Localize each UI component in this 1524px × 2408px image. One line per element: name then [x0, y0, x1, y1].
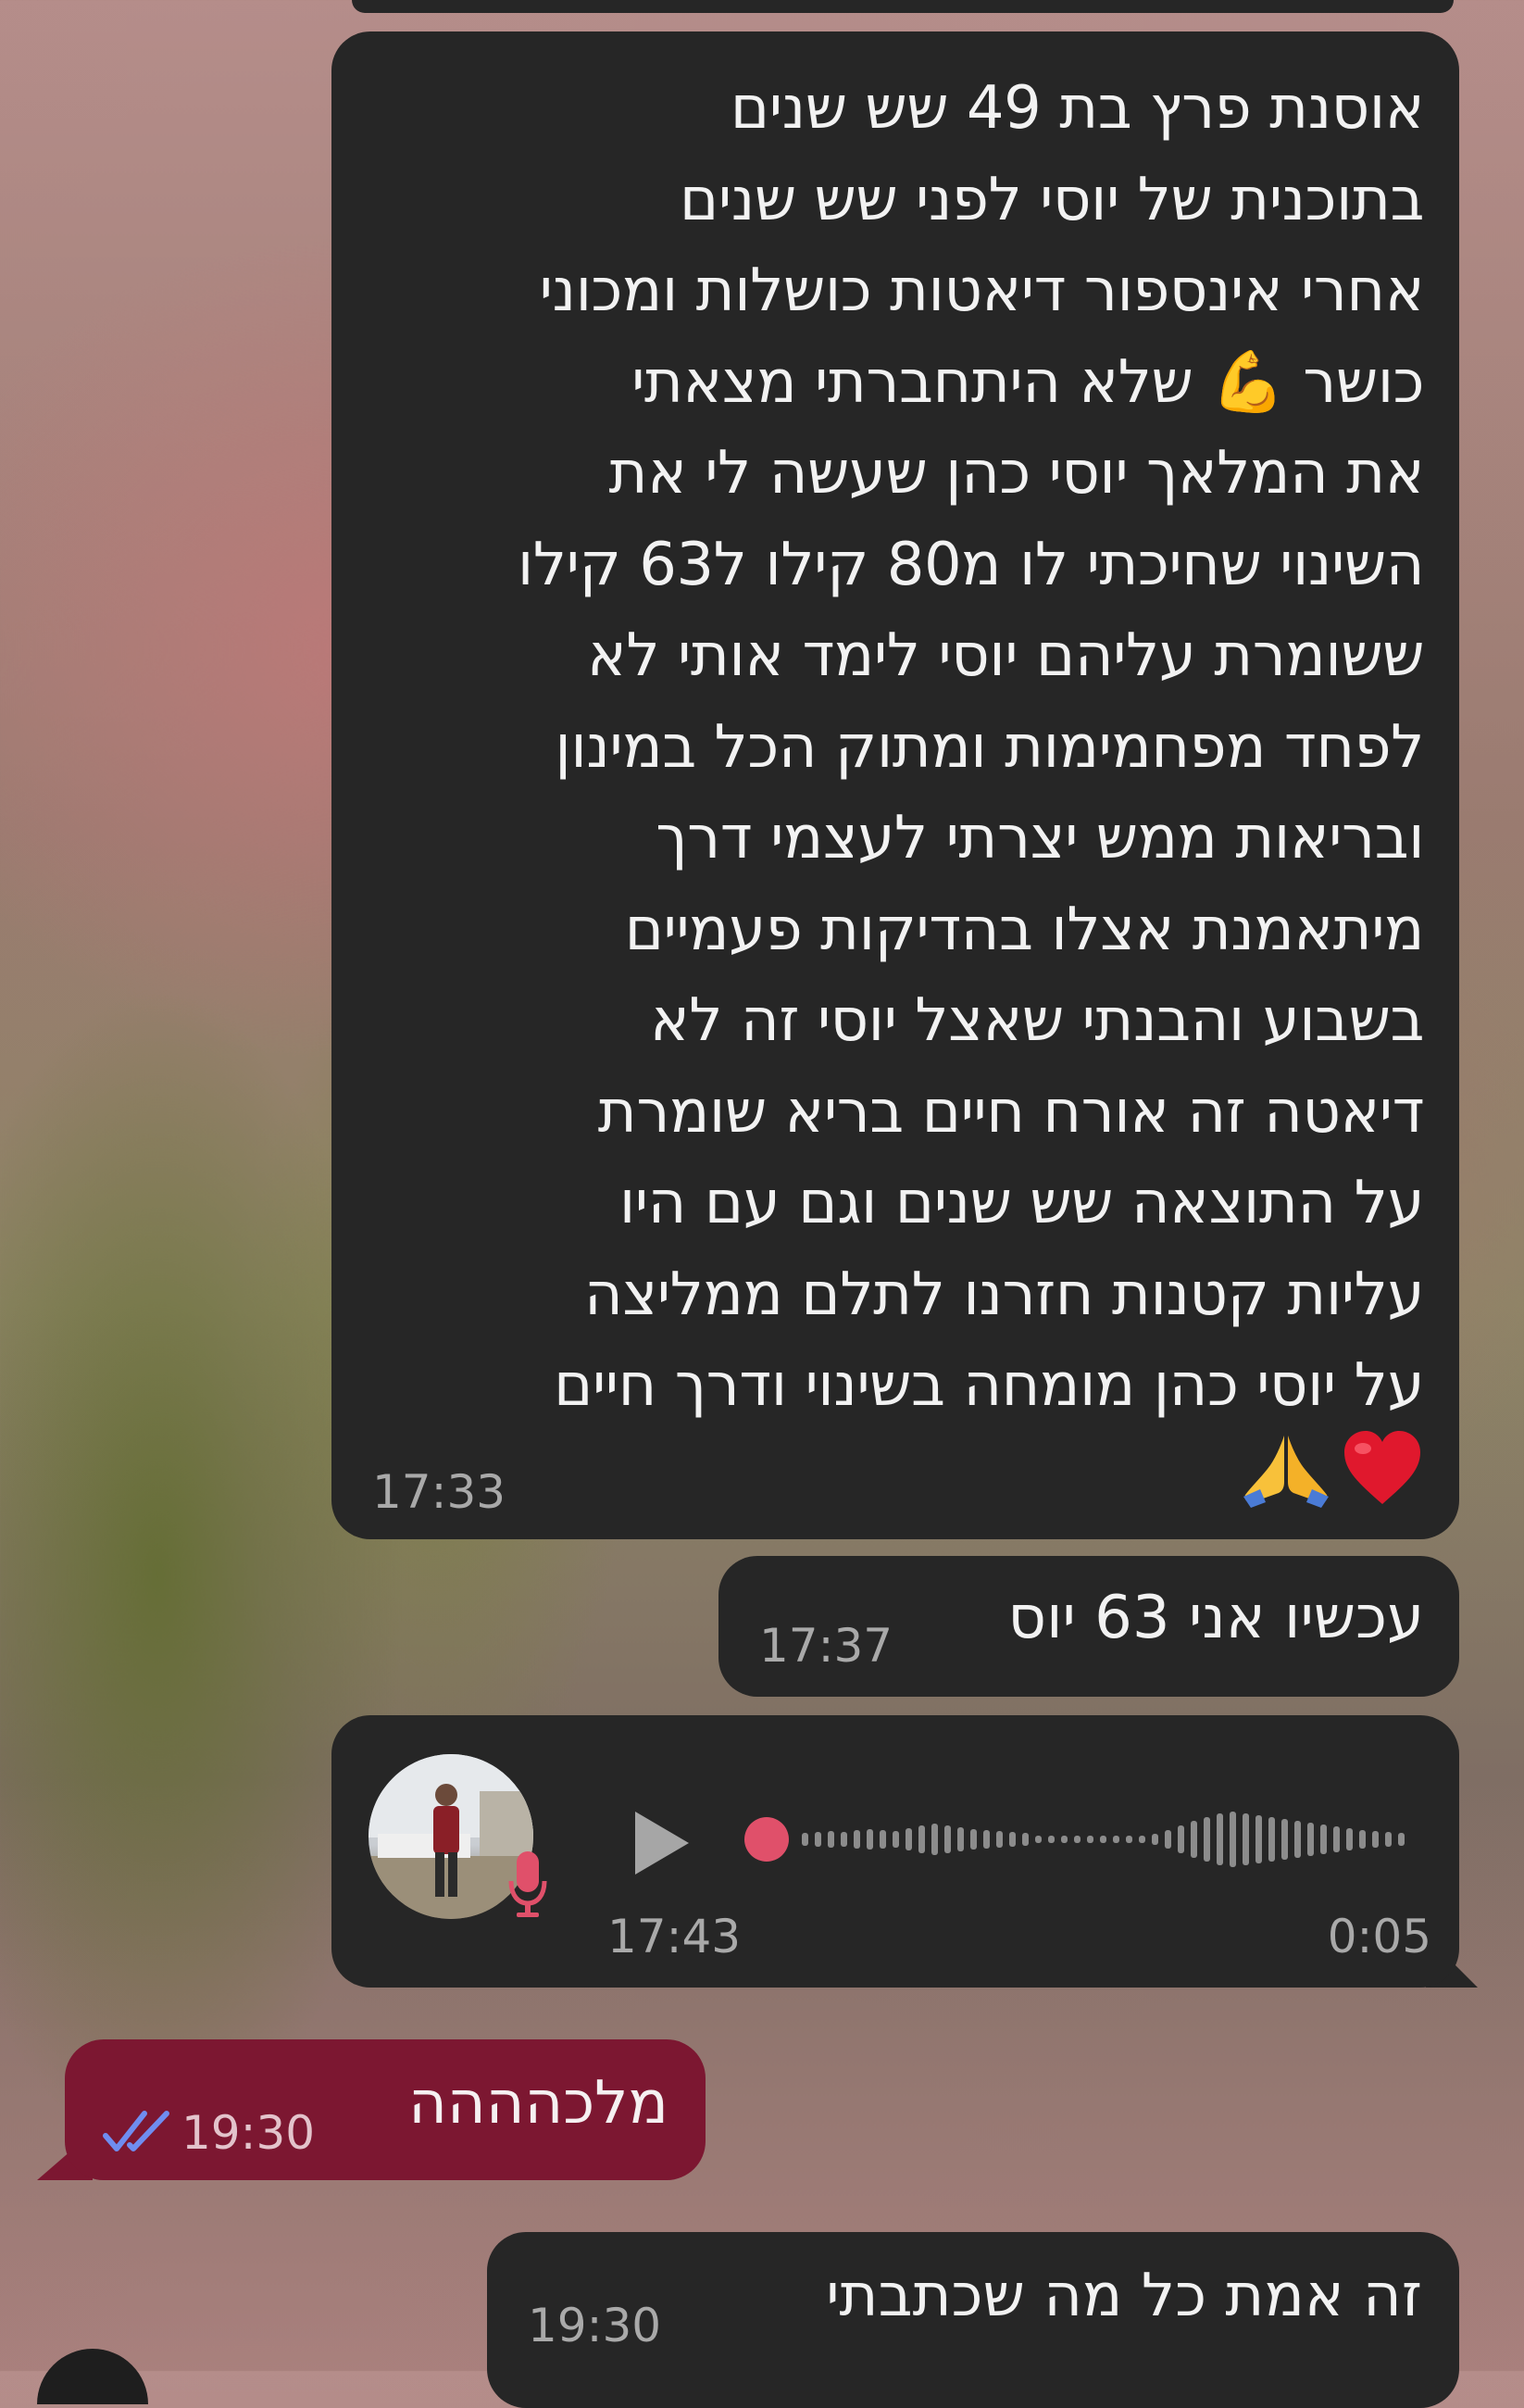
waveform-bar: [1191, 1821, 1197, 1858]
waveform-bar: [1165, 1830, 1171, 1849]
waveform-bar: [1372, 1831, 1379, 1848]
waveform-bar: [841, 1832, 847, 1847]
waveform-bar: [867, 1829, 873, 1850]
message-line: עליות קטנות חזרנו לתלם ממליצה: [584, 1260, 1425, 1329]
waveform-bar: [1061, 1836, 1068, 1843]
waveform-bar: [1359, 1830, 1366, 1849]
waveform-bar: [1087, 1836, 1093, 1843]
waveform-bar: [1346, 1828, 1353, 1850]
waveform-bar: [1255, 1815, 1262, 1863]
red-heart-emoji-icon: [1344, 1430, 1420, 1504]
waveform-bar: [854, 1830, 860, 1849]
waveform-bar: [918, 1825, 925, 1853]
waveform-bar: [1035, 1836, 1042, 1843]
message-time: 17:33: [372, 1465, 506, 1519]
waveform-bar: [906, 1828, 912, 1850]
message-line: דיאטה זה אורח חיים בריא שומרת: [597, 1077, 1425, 1147]
waveform-bar: [944, 1825, 951, 1853]
waveform-bar: [802, 1833, 808, 1846]
waveform-bar: [1243, 1813, 1249, 1865]
waveform-bar: [1204, 1817, 1210, 1862]
waveform-bar: [1281, 1819, 1288, 1860]
waveform-bar: [893, 1831, 899, 1848]
previous-message-bubble-edge: [352, 0, 1454, 13]
message-line: על התוצאה שש שנים וגם עם היו: [618, 1169, 1425, 1237]
incoming-message-testimonial[interactable]: אוסנת פרץ בת 49 שש שנים בתוכנית של יוסי …: [331, 31, 1459, 1539]
message-line: לפחד מפחמימות ומתוק הכל במינון: [555, 712, 1424, 782]
folded-hands-emoji-icon: [1243, 1435, 1329, 1508]
message-line: על יוסי כהן מומחה בשינוי ודרך חיים: [554, 1351, 1425, 1420]
waveform-bar: [1178, 1825, 1184, 1853]
message-line: השינוי שחיכתי לו מ80 קילו ל63 קילו: [517, 530, 1425, 599]
message-line: בשבוע והבנתי שאצל יוסי זה לא: [650, 986, 1425, 1055]
message-time: 17:37: [759, 1619, 893, 1673]
waveform-bar: [828, 1831, 834, 1848]
waveform-bar: [1048, 1836, 1055, 1843]
message-line: מיתאמנת אצלו בהדיקות פעמיים: [624, 895, 1425, 964]
waveform-bar: [1294, 1821, 1301, 1858]
message-text: עכשיו אני 63 יוס: [1007, 1584, 1424, 1652]
waveform-bar: [815, 1832, 821, 1847]
outgoing-message[interactable]: מלכהההה 19:30: [65, 2039, 706, 2180]
message-line: את המלאך יוסי כהן שעשה לי את: [608, 439, 1425, 508]
voice-duration: 0:05: [1327, 1910, 1431, 1963]
waveform-bar: [1074, 1836, 1081, 1843]
waveform-bar: [1230, 1812, 1236, 1867]
waveform-bar: [957, 1827, 964, 1851]
message-time: 19:30: [528, 2299, 662, 2352]
message-line: ששומרת עליהם יוסי לימד אותי לא: [587, 621, 1424, 690]
waveform-bar: [996, 1831, 1003, 1848]
waveform-bar: [1113, 1836, 1119, 1843]
voice-waveform[interactable]: [743, 1795, 1524, 1884]
waveform-bar: [1100, 1836, 1106, 1843]
message-text: זה אמת כל מה שכתבתי: [826, 2262, 1422, 2330]
waveform-bar: [931, 1824, 938, 1855]
message-text: מלכהההה: [408, 2069, 668, 2138]
message-text: אוסנת פרץ בת 49 שש שנים בתוכנית של יוסי …: [378, 63, 1425, 1432]
message-line: אוסנת פרץ בת 49 שש שנים: [730, 74, 1425, 143]
double-check-icon: [103, 2111, 169, 2151]
message-line: כושר 💪 שלא היתחברתי מצאתי: [631, 347, 1424, 417]
message-time: 17:43: [607, 1910, 742, 1963]
waveform-bar: [1320, 1825, 1327, 1854]
waveform-bar: [970, 1829, 977, 1850]
message-line: ובריאות ממש יצרתי לעצמי דרך: [656, 804, 1424, 872]
waveform-bar: [1268, 1817, 1275, 1862]
waveform-bar: [1009, 1832, 1016, 1847]
waveform-bar: [983, 1830, 990, 1849]
waveform-bar: [1152, 1834, 1158, 1845]
emoji-row: [378, 1428, 1424, 1519]
microphone-icon: [508, 1851, 547, 1917]
waveform-bar: [1385, 1832, 1392, 1847]
waveform-bar: [1307, 1823, 1314, 1856]
message-time: 19:30: [181, 2106, 316, 2160]
incoming-message-truth[interactable]: זה אמת כל מה שכתבתי 19:30: [487, 2232, 1459, 2408]
waveform-bar: [1126, 1836, 1132, 1843]
waveform-bar: [1139, 1836, 1145, 1843]
waveform-bar: [1333, 1826, 1340, 1852]
play-icon[interactable]: [630, 1808, 694, 1878]
incoming-voice-message[interactable]: 17:43 0:05: [331, 1715, 1459, 1988]
playback-position-dot[interactable]: [744, 1817, 789, 1862]
message-line: אחרי אינספור דיאטות כושלות ומכוני: [539, 257, 1425, 325]
incoming-message-weight[interactable]: עכשיו אני 63 יוס 17:37: [718, 1556, 1459, 1697]
scroll-down-button[interactable]: [37, 2349, 148, 2404]
waveform-bar: [880, 1830, 886, 1849]
waveform-bar: [1022, 1833, 1029, 1846]
message-line: בתוכנית של יוסי לפני שש שנים: [679, 165, 1425, 234]
waveform-bar: [1217, 1813, 1223, 1865]
waveform-bar: [1398, 1833, 1405, 1846]
